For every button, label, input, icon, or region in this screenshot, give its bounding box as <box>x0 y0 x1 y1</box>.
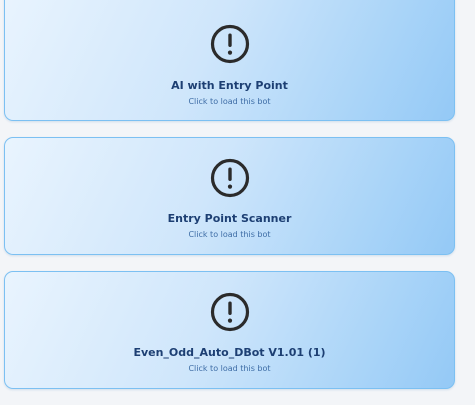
bot-card-title: Entry Point Scanner <box>167 212 292 225</box>
bot-card-ai-with-entry-point[interactable]: AI with Entry Point Click to load this b… <box>4 0 455 121</box>
bot-card-hint: Click to load this bot <box>188 364 271 373</box>
bot-card-hint: Click to load this bot <box>188 97 271 106</box>
alert-circle-icon <box>210 158 249 198</box>
bot-card-entry-point-scanner[interactable]: Entry Point Scanner Click to load this b… <box>4 137 455 255</box>
bot-card-title: Even_Odd_Auto_DBot V1.01 (1) <box>133 346 326 359</box>
alert-circle-icon <box>210 24 249 64</box>
bot-card-hint: Click to load this bot <box>188 230 271 239</box>
alert-circle-icon <box>210 292 249 332</box>
bot-card-title: AI with Entry Point <box>171 79 288 92</box>
bot-card-even-odd-auto-dbot[interactable]: Even_Odd_Auto_DBot V1.01 (1) Click to lo… <box>4 271 455 389</box>
